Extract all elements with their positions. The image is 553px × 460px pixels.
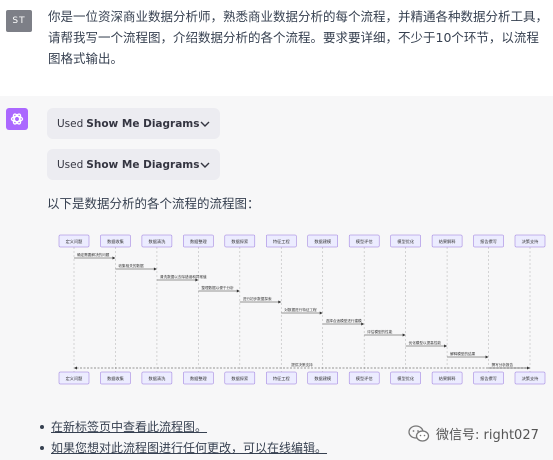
participant-label: 特征工程 bbox=[273, 375, 291, 382]
chevron-down-icon bbox=[200, 159, 210, 171]
participant-label: 定义问题 bbox=[66, 238, 84, 245]
participant-label: 数据探索 bbox=[231, 375, 248, 382]
message-label: 优化模型以提高性能 bbox=[409, 340, 442, 345]
plugin-used-prefix: Used bbox=[57, 158, 84, 171]
arrow-head-icon bbox=[319, 311, 323, 315]
participant-label: 定义问题 bbox=[66, 375, 84, 382]
message-label: 清洗数据以去除错误和异常值 bbox=[160, 274, 207, 279]
plugin-name: Show Me Diagrams bbox=[86, 117, 200, 130]
participant-label: 结果解释 bbox=[439, 375, 457, 382]
plugin-name: Show Me Diagrams bbox=[86, 158, 200, 171]
arrow-head-icon bbox=[236, 289, 240, 293]
plugin-used-toggle[interactable]: Used Show Me Diagrams bbox=[47, 149, 220, 180]
message-label: 整理数据以便于分析 bbox=[201, 285, 234, 290]
participant-label: 数据清洗 bbox=[149, 238, 167, 245]
participant-label: 决策支持 bbox=[522, 238, 539, 245]
arrow-head-icon bbox=[153, 267, 157, 271]
user-message-text: 你是一位资深商业数据分析师，熟悉商业数据分析的每个流程，并精通各种数据分析工具，… bbox=[48, 9, 549, 66]
message-label: 收集相关的数据 bbox=[118, 263, 144, 268]
list-item: 如果您想对此流程图进行任何更改，可以在线编辑。 bbox=[40, 437, 327, 458]
participant-label: 数据建模 bbox=[314, 375, 332, 382]
arrow-head-icon bbox=[402, 333, 406, 337]
sequence-diagram[interactable]: 定义问题定义问题数据收集数据收集数据清洗数据清洗数据整理数据整理数据探索数据探索… bbox=[56, 233, 548, 388]
open-in-new-tab-link[interactable]: 在新标签页中查看此流程图。 bbox=[51, 418, 207, 435]
participant-label: 数据整理 bbox=[190, 375, 208, 382]
participant-label: 数据收集 bbox=[107, 375, 125, 382]
wechat-icon bbox=[408, 424, 430, 442]
bullet-icon bbox=[40, 424, 44, 429]
arrow-head-icon bbox=[74, 366, 77, 370]
arrow-head-icon bbox=[112, 256, 116, 260]
participant-label: 数据清洗 bbox=[149, 375, 167, 382]
participant-label: 决策支持 bbox=[522, 375, 539, 382]
message-label: 评估模型的性能 bbox=[367, 329, 393, 334]
participant-label: 模型评估 bbox=[356, 238, 373, 245]
plugin-used-toggle[interactable]: Used Show Me Diagrams bbox=[47, 108, 220, 139]
user-avatar: ST bbox=[6, 10, 32, 32]
message-label: 进行初步数据探索 bbox=[243, 296, 272, 301]
chevron-down-icon bbox=[200, 118, 210, 130]
message-label: 选择合适模型进行建模 bbox=[326, 318, 362, 323]
bullet-icon bbox=[40, 445, 44, 450]
assistant-intro-text: 以下是数据分析的各个流程的流程图： bbox=[47, 196, 260, 211]
watermark-text: 微信号: right027 bbox=[436, 428, 539, 443]
return-message-label: 提供决策支持 bbox=[291, 362, 313, 367]
edit-online-link[interactable]: 如果您想对此流程图进行任何更改，可以在线编辑。 bbox=[51, 439, 327, 456]
participant-label: 模型优化 bbox=[397, 375, 415, 382]
list-item: 在新标签页中查看此流程图。 bbox=[40, 416, 327, 437]
plugin-used-prefix: Used bbox=[57, 117, 84, 130]
link-list: 在新标签页中查看此流程图。 如果您想对此流程图进行任何更改，可以在线编辑。 bbox=[40, 416, 327, 458]
assistant-message-row: Used Show Me Diagrams Used Show Me Diagr… bbox=[0, 96, 553, 460]
arrow-head-icon bbox=[278, 300, 282, 304]
message-label: 解释模型的结果 bbox=[450, 351, 476, 356]
arrow-head-icon bbox=[444, 344, 448, 348]
message-label: 确定需要解决的问题 bbox=[77, 252, 110, 257]
participant-label: 结果解释 bbox=[439, 238, 457, 245]
message-label: 撰写分析报告 bbox=[492, 362, 514, 367]
participant-label: 特征工程 bbox=[273, 238, 291, 245]
participant-label: 模型评估 bbox=[356, 375, 373, 382]
message-label: 对数据进行特征工程 bbox=[284, 307, 317, 312]
participant-label: 报告撰写 bbox=[480, 375, 497, 382]
user-message-row: ST 你是一位资深商业数据分析师，熟悉商业数据分析的每个流程，并精通各种数据分析… bbox=[0, 0, 553, 86]
arrow-head-icon bbox=[485, 355, 489, 359]
participant-label: 数据整理 bbox=[190, 238, 208, 245]
participant-label: 模型优化 bbox=[397, 238, 415, 245]
participant-label: 数据建模 bbox=[314, 238, 332, 245]
participant-label: 报告撰写 bbox=[480, 238, 497, 245]
participant-label: 数据探索 bbox=[231, 238, 248, 245]
openai-logo-icon bbox=[6, 108, 28, 130]
wechat-watermark: 微信号: right027 bbox=[408, 424, 539, 443]
arrow-head-icon bbox=[361, 322, 365, 326]
participant-label: 数据收集 bbox=[107, 238, 125, 245]
